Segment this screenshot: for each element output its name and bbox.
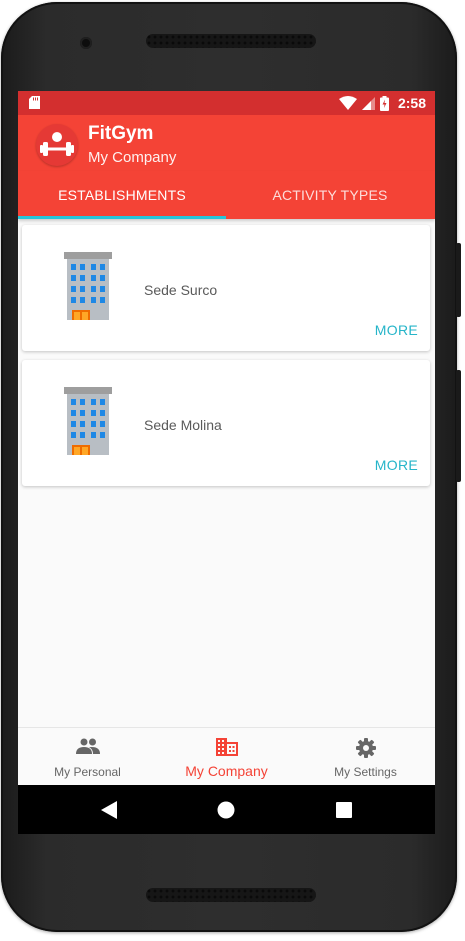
nav-my-company[interactable]: My Company <box>157 728 296 786</box>
volume-rocker[interactable] <box>456 370 461 482</box>
device-screen: 2:58 FitGym My Company ESTABLISHMENTS AC… <box>18 91 435 834</box>
building-icon <box>64 387 112 455</box>
status-bar: 2:58 <box>18 91 435 115</box>
nav-label: My Personal <box>54 765 121 779</box>
establishments-list: Sede Surco MORE Sede Molina MORE <box>18 219 435 834</box>
nav-label: My Settings <box>334 765 397 779</box>
nav-my-personal[interactable]: My Personal <box>18 728 157 786</box>
app-logo <box>36 124 78 166</box>
establishment-name: Sede Surco <box>144 282 218 298</box>
domain-icon <box>215 738 238 756</box>
more-button[interactable]: MORE <box>375 322 418 338</box>
back-triangle-icon <box>101 800 117 819</box>
nav-my-settings[interactable]: My Settings <box>296 728 435 786</box>
tab-bar: ESTABLISHMENTS ACTIVITY TYPES <box>18 171 435 219</box>
app-subtitle: My Company <box>88 149 177 166</box>
dumbbell-icon <box>40 130 74 156</box>
more-button[interactable]: MORE <box>375 457 418 473</box>
establishment-card[interactable]: Sede Molina MORE <box>22 360 430 486</box>
establishment-name: Sede Molina <box>144 417 222 433</box>
gear-icon <box>355 738 376 758</box>
front-camera <box>80 37 92 49</box>
cell-signal-icon <box>361 96 375 110</box>
nav-label: My Company <box>185 763 268 779</box>
bottom-speaker-grille <box>146 888 316 902</box>
system-navigation-bar <box>18 785 435 834</box>
home-circle-icon <box>217 801 235 818</box>
power-button[interactable] <box>456 243 461 317</box>
back-button[interactable] <box>79 785 139 834</box>
sd-card-icon <box>29 96 40 109</box>
people-icon <box>75 738 100 754</box>
home-button[interactable] <box>196 785 256 834</box>
app-bar: FitGym My Company <box>18 115 435 171</box>
status-time: 2:58 <box>397 95 426 111</box>
app-title: FitGym <box>88 123 154 144</box>
building-icon <box>64 252 112 320</box>
bottom-navigation: My Personal My Company My Settings <box>18 727 435 786</box>
top-speaker-grille <box>146 34 316 48</box>
recents-square-icon <box>336 801 352 818</box>
battery-charging-icon <box>379 95 389 111</box>
wifi-icon <box>338 96 357 110</box>
recents-button[interactable] <box>314 785 374 834</box>
tab-label: ESTABLISHMENTS <box>58 187 186 203</box>
tab-label: ACTIVITY TYPES <box>272 187 388 203</box>
tab-establishments[interactable]: ESTABLISHMENTS <box>18 171 226 219</box>
establishment-card[interactable]: Sede Surco MORE <box>22 225 430 351</box>
tab-activity-types[interactable]: ACTIVITY TYPES <box>226 171 434 219</box>
